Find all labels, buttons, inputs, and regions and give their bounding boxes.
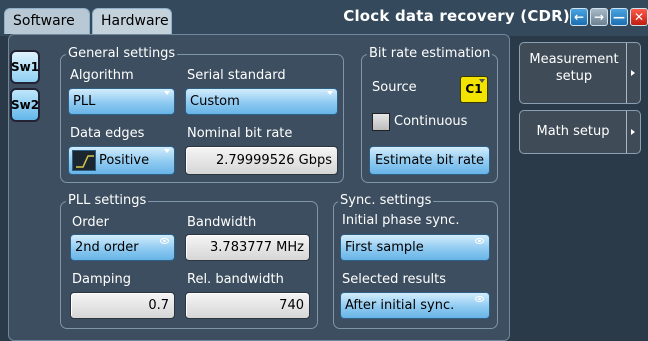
damping-label: Damping	[72, 272, 131, 287]
submenu-arrow-icon	[626, 111, 640, 153]
selected-results-value: After initial sync.	[345, 298, 455, 313]
rel-bandwidth-label: Rel. bandwidth	[187, 272, 284, 287]
algorithm-dropdown[interactable]: PLL	[68, 88, 175, 115]
submenu-arrow-icon	[626, 43, 640, 103]
initial-phase-sync-value: First sample	[345, 240, 424, 255]
order-value: 2nd order	[75, 240, 139, 255]
eye-icon	[475, 238, 484, 244]
rising-edge-icon	[72, 150, 96, 171]
selected-results-dropdown[interactable]: After initial sync.	[340, 292, 490, 319]
tab-sw2[interactable]: Sw2	[10, 88, 40, 122]
bandwidth-field[interactable]: 3.783777 MHz	[185, 234, 310, 261]
initial-phase-sync-label: Initial phase sync.	[342, 213, 460, 228]
close-icon[interactable]: ✕	[630, 8, 648, 26]
rel-bandwidth-field[interactable]: 740	[185, 292, 310, 319]
data-edges-label: Data edges	[70, 126, 145, 141]
measurement-setup-line1: Measurement	[529, 52, 619, 67]
algorithm-label: Algorithm	[70, 68, 134, 83]
pll-settings-title: PLL settings	[66, 193, 149, 208]
source-value: C1	[465, 82, 483, 96]
eye-icon	[160, 238, 169, 244]
math-setup-label: Math setup	[536, 124, 610, 139]
measurement-setup-line2: setup	[555, 69, 593, 84]
estimate-bit-rate-button[interactable]: Estimate bit rate	[369, 146, 490, 175]
dropdown-triangle-icon	[164, 91, 170, 95]
serial-standard-value: Custom	[190, 94, 240, 109]
dropdown-triangle-icon	[164, 149, 170, 153]
damping-field[interactable]: 0.7	[70, 292, 175, 319]
continuous-label: Continuous	[394, 114, 468, 129]
minimize-icon[interactable]: —	[610, 8, 628, 26]
source-selector[interactable]: C1	[460, 76, 488, 103]
tab-sw1[interactable]: Sw1	[10, 50, 40, 84]
source-label: Source	[372, 80, 417, 95]
general-settings-title: General settings	[66, 46, 178, 61]
selected-results-label: Selected results	[342, 272, 447, 287]
eye-icon	[475, 296, 484, 302]
initial-phase-sync-dropdown[interactable]: First sample	[340, 234, 490, 261]
measurement-setup-button[interactable]: Measurement setup	[519, 42, 641, 104]
serial-standard-label: Serial standard	[187, 68, 286, 83]
order-dropdown[interactable]: 2nd order	[70, 234, 175, 261]
dropdown-triangle-icon	[327, 91, 333, 95]
algorithm-value: PLL	[73, 94, 96, 109]
data-edges-value: Positive	[99, 153, 150, 168]
back-icon[interactable]: ←	[570, 8, 588, 26]
forward-icon[interactable]: →	[590, 8, 608, 26]
bit-rate-estimation-title: Bit rate estimation	[367, 46, 493, 61]
serial-standard-dropdown[interactable]: Custom	[185, 88, 338, 115]
order-label: Order	[72, 215, 109, 230]
math-setup-button[interactable]: Math setup	[519, 110, 641, 154]
data-edges-dropdown[interactable]: Positive	[68, 146, 175, 175]
continuous-checkbox[interactable]	[372, 113, 390, 131]
sync-settings-title: Sync. settings	[338, 193, 434, 208]
bandwidth-label: Bandwidth	[187, 215, 257, 230]
tab-hardware[interactable]: Hardware	[92, 8, 172, 34]
tab-software[interactable]: Software	[4, 8, 90, 34]
dropdown-triangle-icon	[479, 79, 485, 83]
nominal-bit-rate-field[interactable]: 2.79999526 Gbps	[185, 146, 338, 175]
nominal-bit-rate-label: Nominal bit rate	[187, 126, 293, 141]
window-title: Clock data recovery (CDR)	[343, 7, 570, 25]
